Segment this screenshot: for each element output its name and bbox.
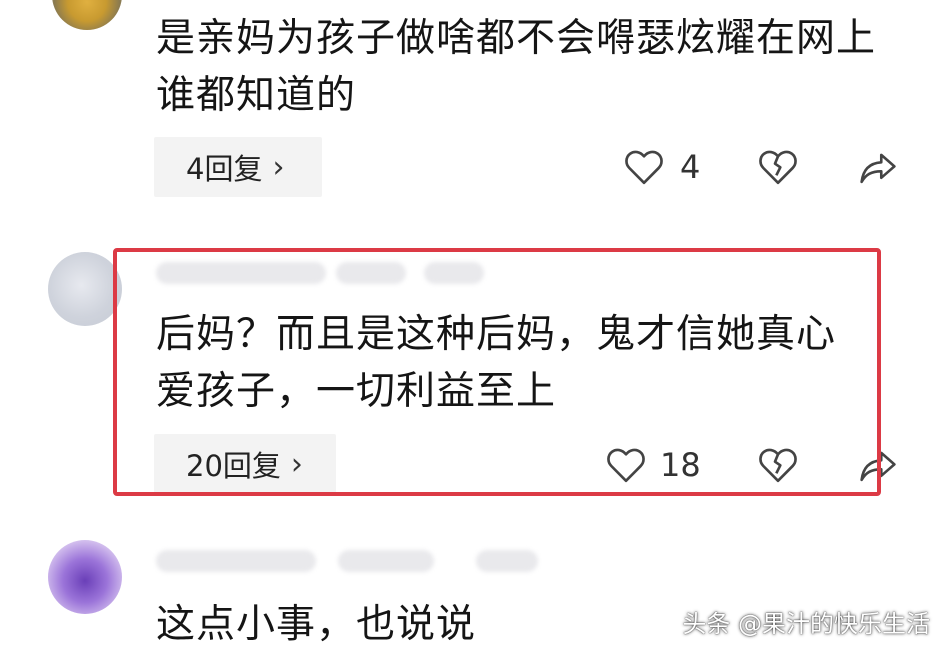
avatar[interactable] [48,540,122,614]
like-count: 4 [680,148,701,186]
blurred-meta [476,550,538,572]
avatar[interactable] [52,0,122,30]
blurred-meta [338,550,434,572]
avatar[interactable] [48,252,122,326]
share-arrow-icon[interactable] [858,150,898,186]
replies-button[interactable]: 4回复 › [154,137,322,197]
broken-heart-icon[interactable] [758,148,798,186]
watermark: 头条 @果汁的快乐生活 [682,610,930,638]
comment-text: 是亲妈为孩子做啥都不会嘚瑟炫耀在网上谁都知道的 [156,16,877,118]
highlight-box [113,248,881,496]
chevron-right-icon: › [272,149,285,185]
heart-outline-icon[interactable] [624,148,664,186]
replies-label: 4回复 [186,152,263,186]
blurred-username [156,550,316,572]
